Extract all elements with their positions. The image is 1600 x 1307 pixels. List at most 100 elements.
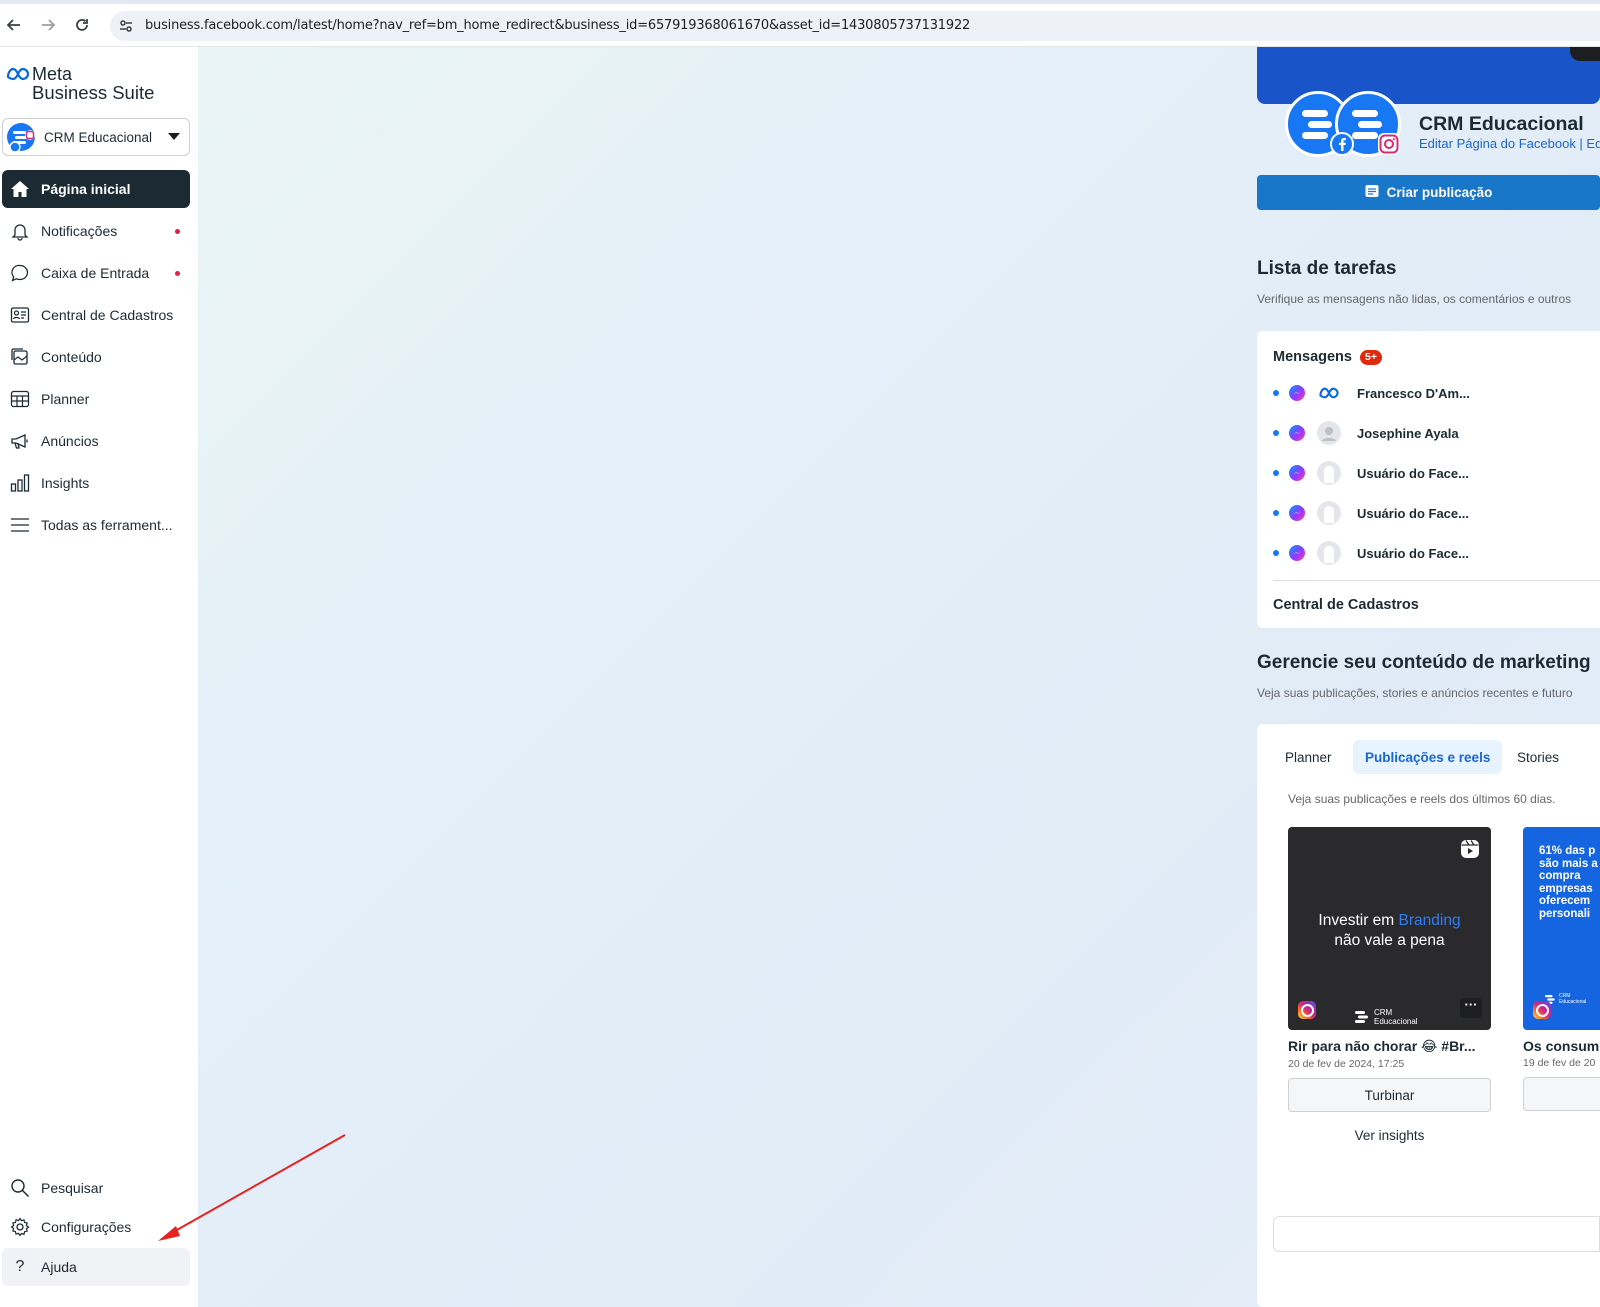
message-sender: Usuário do Face... <box>1357 465 1469 481</box>
message-row[interactable]: Usuário do Face... <box>1273 460 1469 486</box>
messenger-icon <box>1289 505 1305 521</box>
post-card[interactable]: 61% das p são mais a compra empresas ofe… <box>1523 827 1600 1142</box>
meta-avatar-icon <box>1317 381 1341 405</box>
account-selector[interactable]: CRM Educacional <box>2 118 190 156</box>
nav-content[interactable]: Conteúdo <box>2 338 190 376</box>
logo-suite-text: Business Suite <box>32 82 155 103</box>
marketing-title: Gerencie seu conteúdo de marketing <box>1257 652 1591 673</box>
messenger-icon <box>1289 385 1305 401</box>
nav-planner[interactable]: Planner <box>2 380 190 418</box>
post-card[interactable]: Investir em Branding não vale a pena CRM… <box>1288 827 1493 1143</box>
messenger-icon <box>1289 425 1305 441</box>
messages-count-badge: 5+ <box>1359 349 1382 365</box>
calendar-grid-icon <box>10 389 30 409</box>
nav-help[interactable]: ? Ajuda <box>2 1248 190 1286</box>
nav-accounts-center[interactable]: Central de Cadastros <box>2 296 190 334</box>
message-sender: Josephine Ayala <box>1357 425 1459 441</box>
annotation-arrow <box>158 1134 346 1241</box>
post-title: Os consum <box>1523 1038 1600 1054</box>
nav-all-tools[interactable]: Todas as ferrament... <box>2 506 190 544</box>
message-row[interactable]: Usuário do Face... <box>1273 540 1469 566</box>
edit-page-links[interactable]: Editar Página do Facebook | Ed <box>1419 136 1600 151</box>
browser-toolbar: business.facebook.com/latest/home?nav_re… <box>0 0 1600 47</box>
thumb-brand-text: CRM Educacional <box>1559 993 1587 1005</box>
tab-stories[interactable]: Stories <box>1505 740 1571 774</box>
tab-posts-reels[interactable]: Publicações e reels <box>1353 740 1503 774</box>
nav-insights-label: Insights <box>41 475 90 491</box>
question-icon: ? <box>15 1258 25 1275</box>
boost-button[interactable]: T <box>1523 1077 1600 1111</box>
create-post-label: Criar publicação <box>1386 185 1493 200</box>
marketing-card: Planner Publicações e reels Stories Veja… <box>1257 724 1600 1307</box>
home-icon <box>10 179 30 199</box>
content-stack-icon <box>10 347 30 367</box>
more-options-icon[interactable]: ··· <box>1460 998 1482 1018</box>
address-bar[interactable]: business.facebook.com/latest/home?nav_re… <box>110 11 1600 41</box>
messages-header[interactable]: Mensagens 5+ <box>1273 349 1382 365</box>
nav-ads[interactable]: Anúncios <box>2 422 190 460</box>
message-sender: Usuário do Face... <box>1357 505 1469 521</box>
megaphone-icon <box>10 431 30 451</box>
message-row[interactable]: Francesco D'Am... <box>1273 380 1470 406</box>
notification-dot <box>175 271 180 276</box>
nav-settings-label: Configurações <box>41 1219 132 1235</box>
thumb-text-b: não vale a pena <box>1334 932 1445 949</box>
post-title: Rir para não chorar 😂 #Br... <box>1288 1038 1476 1054</box>
bar-chart-icon <box>10 473 30 493</box>
view-insights-link[interactable]: Ve <box>1523 1127 1600 1142</box>
meta-business-suite-logo[interactable]: Meta Business Suite <box>6 65 154 103</box>
unread-dot <box>1273 430 1279 436</box>
nav-insights[interactable]: Insights <box>2 464 190 502</box>
nav-notifications[interactable]: Notificações <box>2 212 190 250</box>
nav-notifications-label: Notificações <box>41 223 118 239</box>
unread-dot <box>1273 470 1279 476</box>
bottom-panel-field[interactable] <box>1273 1216 1600 1252</box>
unread-dot <box>1273 510 1279 516</box>
create-post-button[interactable]: Criar publicação <box>1257 175 1600 210</box>
unread-dot <box>1273 550 1279 556</box>
accounts-center-link[interactable]: Central de Cadastros <box>1273 597 1419 613</box>
forward-arrow-icon[interactable] <box>37 14 59 36</box>
bell-icon <box>10 221 30 241</box>
chat-bubble-icon <box>10 263 30 283</box>
instagram-badge-icon <box>1378 133 1400 155</box>
thumb-text-a: Investir em <box>1318 912 1399 929</box>
nav-all-tools-label: Todas as ferrament... <box>41 517 173 533</box>
back-arrow-icon[interactable] <box>3 14 25 36</box>
account-name: CRM Educacional <box>44 129 153 145</box>
tab-planner[interactable]: Planner <box>1273 740 1344 774</box>
nav-home-label: Página inicial <box>41 181 131 197</box>
user-avatar-icon <box>1317 461 1341 485</box>
post-date: 20 de fev de 2024, 17:25 <box>1288 1058 1405 1070</box>
facebook-badge-icon <box>1330 132 1354 156</box>
tasks-card: Mensagens 5+ Francesco D'Am... Josephine… <box>1257 331 1600 628</box>
post-thumbnail[interactable]: Investir em Branding não vale a pena CRM… <box>1288 827 1491 1030</box>
instagram-icon <box>1298 1001 1316 1019</box>
unread-dot <box>1273 390 1279 396</box>
message-row[interactable]: Usuário do Face... <box>1273 500 1469 526</box>
boost-button[interactable]: Turbinar <box>1288 1078 1491 1112</box>
home-right-column: CRM Educacional Editar Página do Faceboo… <box>1257 47 1600 1307</box>
reload-icon[interactable] <box>71 14 93 36</box>
page-name: CRM Educacional <box>1419 113 1584 135</box>
nav-home[interactable]: Página inicial <box>2 170 190 208</box>
post-thumbnail[interactable]: 61% das p são mais a compra empresas ofe… <box>1523 827 1600 1030</box>
user-avatar-icon <box>1317 541 1341 565</box>
tasks-title: Lista de tarefas <box>1257 258 1397 279</box>
site-settings-icon[interactable] <box>118 18 134 39</box>
message-row[interactable]: Josephine Ayala <box>1273 420 1459 446</box>
nav-inbox[interactable]: Caixa de Entrada <box>2 254 190 292</box>
tab-description: Veja suas publicações e reels dos último… <box>1288 792 1556 806</box>
meta-infinity-icon <box>6 67 30 81</box>
view-insights-link[interactable]: Ver insights <box>1288 1128 1491 1143</box>
nav-accounts-center-label: Central de Cadastros <box>41 307 174 323</box>
nav-inbox-label: Caixa de Entrada <box>41 265 150 281</box>
post-thumbnail-text: 61% das p são mais a compra empresas ofe… <box>1539 845 1598 920</box>
post-thumbnail-text: Investir em Branding não vale a pena <box>1288 911 1491 951</box>
url-text: business.facebook.com/latest/home?nav_re… <box>145 18 971 33</box>
id-card-icon <box>10 305 30 325</box>
messages-label: Mensagens <box>1273 349 1352 365</box>
nav-content-label: Conteúdo <box>41 349 102 365</box>
sidebar: Meta Business Suite CRM Educacional Pági… <box>0 47 198 1307</box>
nav-ads-label: Anúncios <box>41 433 99 449</box>
